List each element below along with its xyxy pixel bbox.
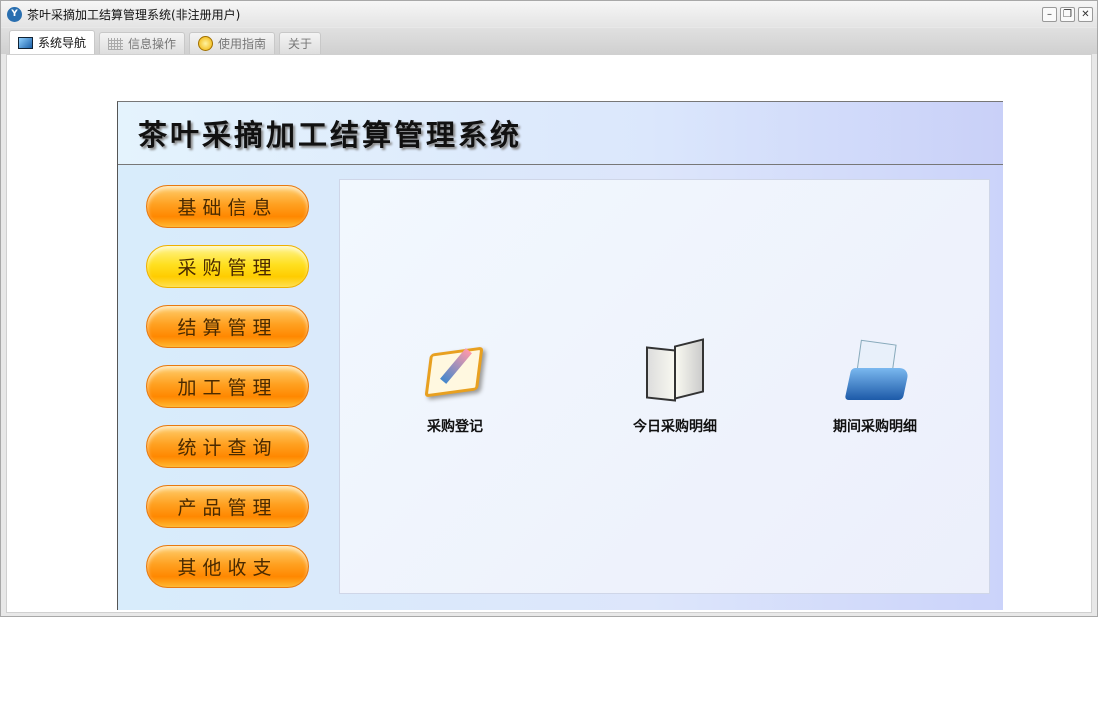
monitor-icon [18,36,33,49]
app-window: Y 茶叶采摘加工结算管理系统(非注册用户) – ❐ ✕ 系统导航 信息操作 使用… [0,0,1098,617]
clipboard-pen-icon [420,338,490,408]
panel-header: 茶叶采摘加工结算管理系统 [118,102,1003,165]
today-purchase-detail-item[interactable]: 今日采购明细 [605,338,745,436]
menu-statistics-query[interactable]: 统计查询 [146,425,309,468]
window-title: 茶叶采摘加工结算管理系统(非注册用户) [27,7,241,22]
tab-bar: 系统导航 信息操作 使用指南 关于 [1,28,1097,54]
purchase-register-item[interactable]: 采购登记 [385,338,525,436]
menu-settlement-mgmt[interactable]: 结算管理 [146,305,309,348]
menu-product-mgmt[interactable]: 产品管理 [146,485,309,528]
help-icon [198,36,214,51]
period-purchase-detail-item[interactable]: 期间采购明细 [805,338,945,436]
tab-system-nav[interactable]: 系统导航 [9,30,96,54]
side-menu: 基础信息 采购管理 结算管理 加工管理 统计查询 产品管理 其他收支 [146,185,309,605]
menu-basic-info[interactable]: 基础信息 [146,185,309,228]
minimize-button[interactable]: – [1042,7,1057,22]
system-title: 茶叶采摘加工结算管理系统 [138,118,523,152]
tab-about[interactable]: 关于 [279,32,322,54]
folder-documents-icon [840,338,910,408]
close-button[interactable]: ✕ [1078,7,1093,22]
tab-info-ops[interactable]: 信息操作 [99,32,186,54]
content-area: 茶叶采摘加工结算管理系统 基础信息 采购管理 结算管理 加工管理 统计查询 产品… [6,54,1092,613]
title-bar: Y 茶叶采摘加工结算管理系统(非注册用户) – ❐ ✕ [1,1,1097,27]
function-label: 期间采购明细 [833,419,917,435]
grid-icon [108,37,124,50]
app-logo-icon: Y [7,6,22,22]
function-label: 今日采购明细 [633,419,717,435]
tab-label: 信息操作 [128,37,177,51]
tab-label: 关于 [288,37,313,51]
nav-panel: 茶叶采摘加工结算管理系统 基础信息 采购管理 结算管理 加工管理 统计查询 产品… [117,101,1003,610]
menu-other-income-expense[interactable]: 其他收支 [146,545,309,588]
notebook-icon [640,338,710,408]
tab-label: 使用指南 [218,37,267,51]
menu-purchase-mgmt[interactable]: 采购管理 [146,245,309,288]
function-area: 采购登记 今日采购明细 期间采购明细 [339,179,990,594]
restore-button[interactable]: ❐ [1060,7,1075,22]
function-label: 采购登记 [427,419,483,435]
tab-label: 系统导航 [38,36,87,50]
menu-processing-mgmt[interactable]: 加工管理 [146,365,309,408]
tab-guide[interactable]: 使用指南 [189,32,276,54]
